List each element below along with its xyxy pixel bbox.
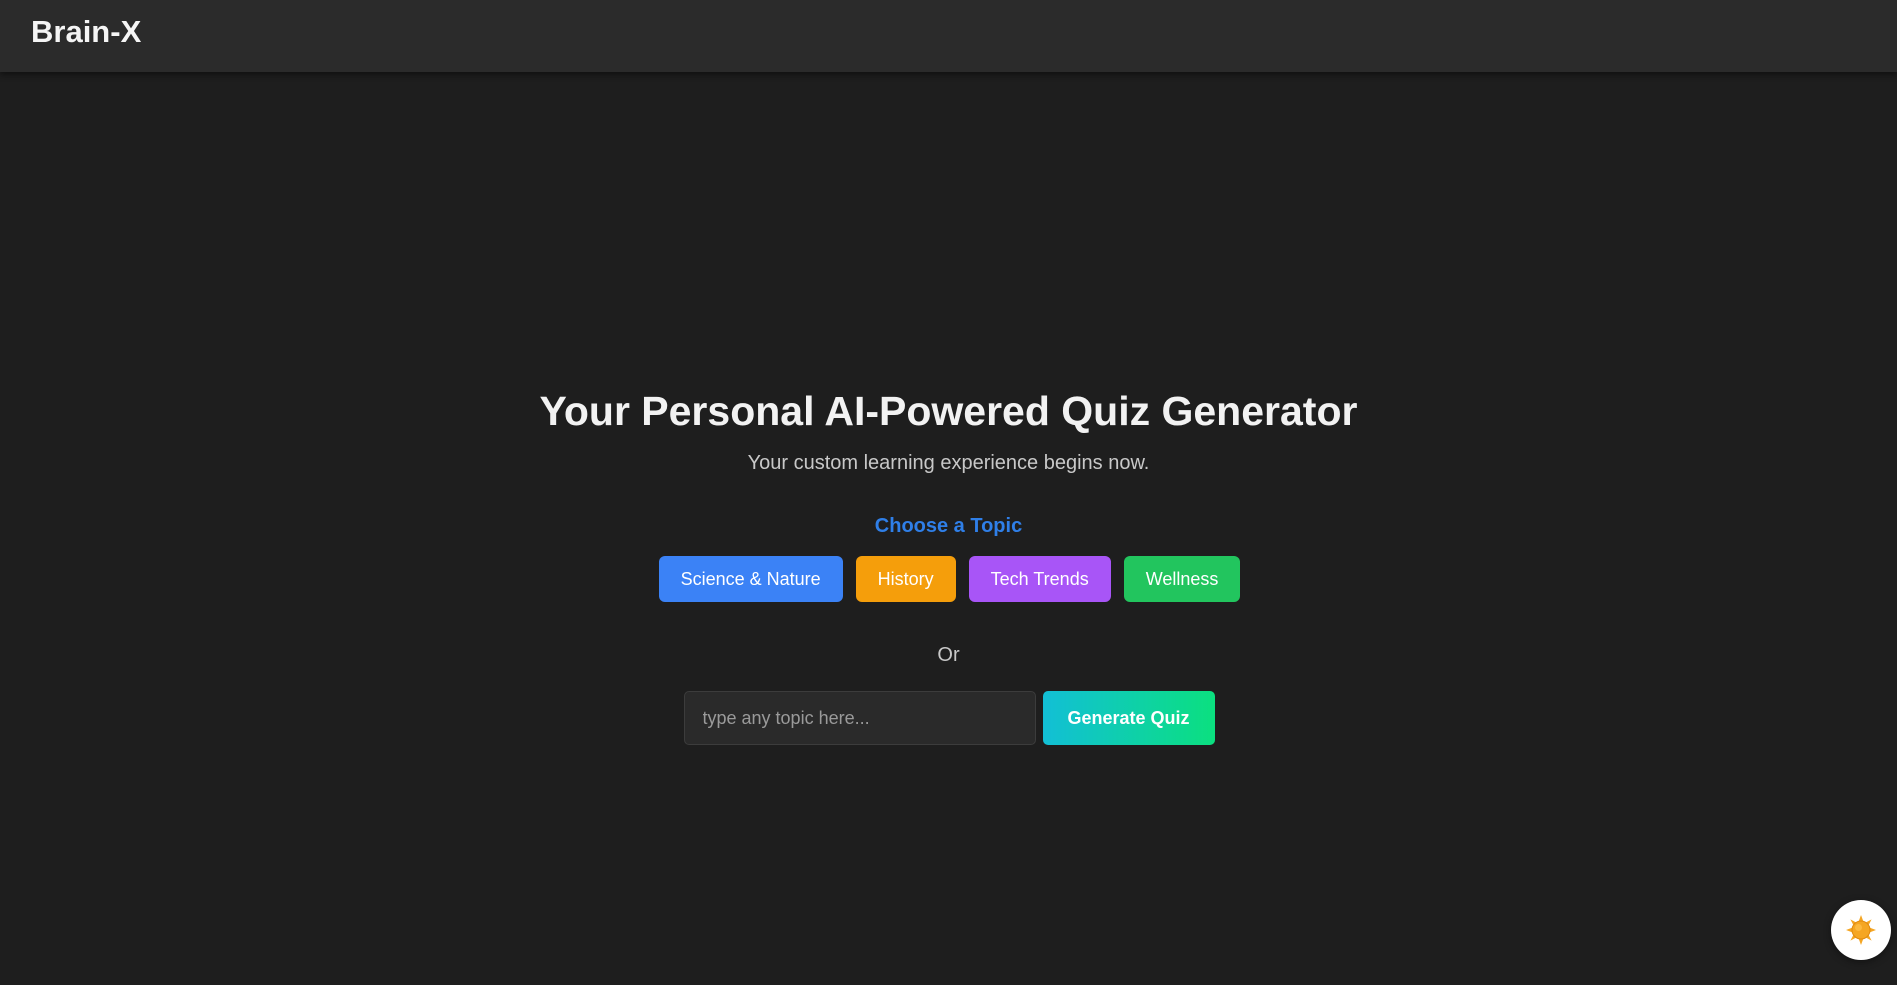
topic-button-history[interactable]: History	[855, 556, 956, 602]
topic-button-science-nature[interactable]: Science & Nature	[658, 556, 843, 602]
custom-topic-form: Generate Quiz	[0, 691, 1897, 745]
top-navbar: Brain-X	[0, 0, 1897, 72]
theme-toggle-button[interactable]	[1831, 900, 1891, 960]
topic-button-tech-trends[interactable]: Tech Trends	[968, 556, 1111, 602]
sun-icon	[1846, 915, 1876, 945]
generate-quiz-button[interactable]: Generate Quiz	[1042, 691, 1215, 745]
brand-logo[interactable]: Brain-X	[31, 14, 141, 50]
page-title: Your Personal AI-Powered Quiz Generator	[539, 388, 1358, 434]
choose-topic-heading: Choose a Topic	[874, 515, 1023, 537]
topic-button-wellness[interactable]: Wellness	[1123, 556, 1241, 602]
topic-buttons: Science & Nature History Tech Trends Wel…	[0, 556, 1897, 602]
custom-topic-input[interactable]	[683, 691, 1036, 745]
hero-section: Your Personal AI-Powered Quiz Generator …	[0, 385, 1897, 745]
page-subtitle: Your custom learning experience begins n…	[747, 452, 1150, 474]
or-divider: Or	[937, 644, 960, 666]
